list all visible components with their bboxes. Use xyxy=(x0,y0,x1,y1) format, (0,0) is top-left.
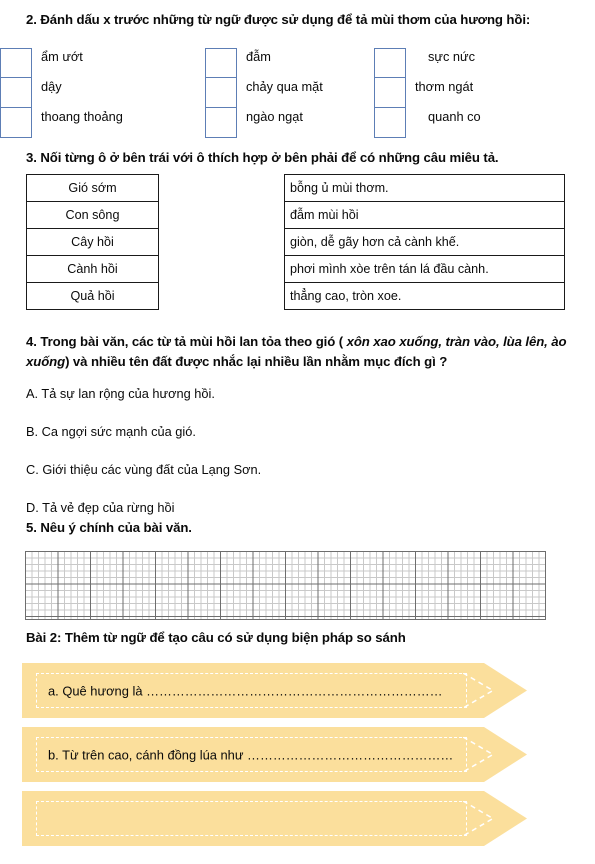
table-row[interactable]: Cành hồi xyxy=(26,255,159,283)
match-left-cell[interactable]: Cành hồi xyxy=(26,255,159,283)
checkbox-input[interactable] xyxy=(374,48,406,78)
worksheet-page: 2. Đánh dấu x trước những từ ngữ được sử… xyxy=(0,0,595,864)
checkbox-row[interactable]: sực nức xyxy=(374,48,481,78)
checkbox-label: đẫm xyxy=(246,49,271,64)
checkbox-row[interactable]: quanh co xyxy=(374,108,481,138)
bai2-title: Bài 2: Thêm từ ngữ để tạo câu có sử dụng… xyxy=(26,630,406,645)
answer-option-b[interactable]: B. Ca ngợi sức mạnh của gió. xyxy=(26,423,578,440)
banner-dashed-border xyxy=(36,801,467,836)
match-left-cell[interactable]: Con sông xyxy=(26,201,159,229)
checkbox-row[interactable]: đẫm xyxy=(205,48,323,78)
banner-list: a. Quê hương là …………………………………………………………… … xyxy=(22,663,574,855)
checkbox-row[interactable]: chảy qua mặt xyxy=(205,78,323,108)
graph-paper-answer-area[interactable] xyxy=(25,551,546,620)
checkbox-input[interactable] xyxy=(0,48,32,78)
checkbox-row[interactable]: ngào ngạt xyxy=(205,108,323,138)
matching-table-left: Gió sớm Con sông Cây hồi Cành hồi Quả hồ… xyxy=(26,174,159,310)
answer-option-c[interactable]: C. Giới thiệu các vùng đất của Lạng Sơn. xyxy=(26,461,578,478)
match-right-cell[interactable]: thẳng cao, tròn xoe. xyxy=(284,282,565,310)
answer-option-d[interactable]: D. Tả vẻ đẹp của rừng hồi xyxy=(26,499,578,516)
checkbox-column-3: sực nức thơm ngát quanh co xyxy=(374,48,481,138)
checkbox-column-2: đẫm chảy qua mặt ngào ngạt xyxy=(205,48,323,138)
checkbox-label: thoang thoảng xyxy=(41,109,123,124)
table-row[interactable]: giòn, dễ gãy hơn cả cành khế. xyxy=(284,228,565,256)
checkbox-input[interactable] xyxy=(205,108,237,138)
match-left-cell[interactable]: Quả hồi xyxy=(26,282,159,310)
answer-banner-b[interactable]: b. Từ trên cao, cánh đồng lúa như ………………… xyxy=(22,727,527,782)
checkbox-group: ẩm ướt dậy thoang thoảng đẫm chảy qua mặ… xyxy=(0,48,560,138)
table-row[interactable]: đẫm mùi hồi xyxy=(284,201,565,229)
banner-text-b: b. Từ trên cao, cánh đồng lúa như ………………… xyxy=(48,747,454,762)
checkbox-column-1: ẩm ướt dậy thoang thoảng xyxy=(0,48,123,138)
checkbox-input[interactable] xyxy=(0,108,32,138)
banner-arrow-tip-dash xyxy=(463,801,505,836)
table-row[interactable]: thẳng cao, tròn xoe. xyxy=(284,282,565,310)
checkbox-row[interactable]: dậy xyxy=(0,78,123,108)
table-row[interactable]: phơi mình xòe trên tán lá đầu cành. xyxy=(284,255,565,283)
checkbox-row[interactable]: ẩm ướt xyxy=(0,48,123,78)
match-right-cell[interactable]: phơi mình xòe trên tán lá đầu cành. xyxy=(284,255,565,283)
checkbox-label: chảy qua mặt xyxy=(246,79,323,94)
checkbox-label: ngào ngạt xyxy=(246,109,303,124)
checkbox-row[interactable]: thoang thoảng xyxy=(0,108,123,138)
checkbox-label: quanh co xyxy=(428,109,481,124)
match-left-cell[interactable]: Cây hồi xyxy=(26,228,159,256)
match-left-cell[interactable]: Gió sớm xyxy=(26,174,159,202)
checkbox-input[interactable] xyxy=(205,48,237,78)
table-row[interactable]: Quả hồi xyxy=(26,282,159,310)
section-2-title: 2. Đánh dấu x trước những từ ngữ được sử… xyxy=(26,12,531,27)
table-row[interactable]: bỗng ủ mùi thơm. xyxy=(284,174,565,202)
checkbox-input[interactable] xyxy=(0,78,32,108)
section-4-title-part1: 4. Trong bài văn, các từ tả mùi hồi lan … xyxy=(26,334,347,349)
section-4: 4. Trong bài văn, các từ tả mùi hồi lan … xyxy=(26,332,578,537)
answer-banner-c[interactable] xyxy=(22,791,527,846)
match-right-cell[interactable]: giòn, dễ gãy hơn cả cành khế. xyxy=(284,228,565,256)
checkbox-label: sực nức xyxy=(428,49,476,64)
answer-option-a[interactable]: A. Tả sự lan rộng của hương hồi. xyxy=(26,385,578,402)
answer-banner-a[interactable]: a. Quê hương là …………………………………………………………… xyxy=(22,663,527,718)
checkbox-row[interactable]: thơm ngát xyxy=(374,78,481,108)
checkbox-label: thơm ngát xyxy=(415,79,474,94)
table-row[interactable]: Gió sớm xyxy=(26,174,159,202)
table-row[interactable]: Cây hồi xyxy=(26,228,159,256)
section-4-title: 4. Trong bài văn, các từ tả mùi hồi lan … xyxy=(26,332,578,372)
checkbox-label: ẩm ướt xyxy=(41,49,83,64)
section-4-options: A. Tả sự lan rộng của hương hồi. B. Ca n… xyxy=(26,385,578,516)
section-5-title: 5. Nêu ý chính của bài văn. xyxy=(26,520,192,535)
checkbox-input[interactable] xyxy=(374,108,406,138)
checkbox-input[interactable] xyxy=(374,78,406,108)
banner-arrow-tip-dash xyxy=(463,737,505,772)
section-4-title-part2: ) và nhiều tên đất được nhắc lại nhiều l… xyxy=(65,354,448,369)
section-3-title: 3. Nối từng ô ở bên trái với ô thích hợp… xyxy=(26,150,499,165)
banner-text-a: a. Quê hương là …………………………………………………………… xyxy=(48,683,443,698)
matching-table-right: bỗng ủ mùi thơm. đẫm mùi hồi giòn, dễ gã… xyxy=(284,174,565,310)
section-2: 2. Đánh dấu x trước những từ ngữ được sử… xyxy=(26,10,574,30)
match-right-cell[interactable]: bỗng ủ mùi thơm. xyxy=(284,174,565,202)
match-right-cell[interactable]: đẫm mùi hồi xyxy=(284,201,565,229)
checkbox-input[interactable] xyxy=(205,78,237,108)
checkbox-label: dậy xyxy=(41,79,62,94)
banner-arrow-tip-dash xyxy=(463,673,505,708)
table-row[interactable]: Con sông xyxy=(26,201,159,229)
